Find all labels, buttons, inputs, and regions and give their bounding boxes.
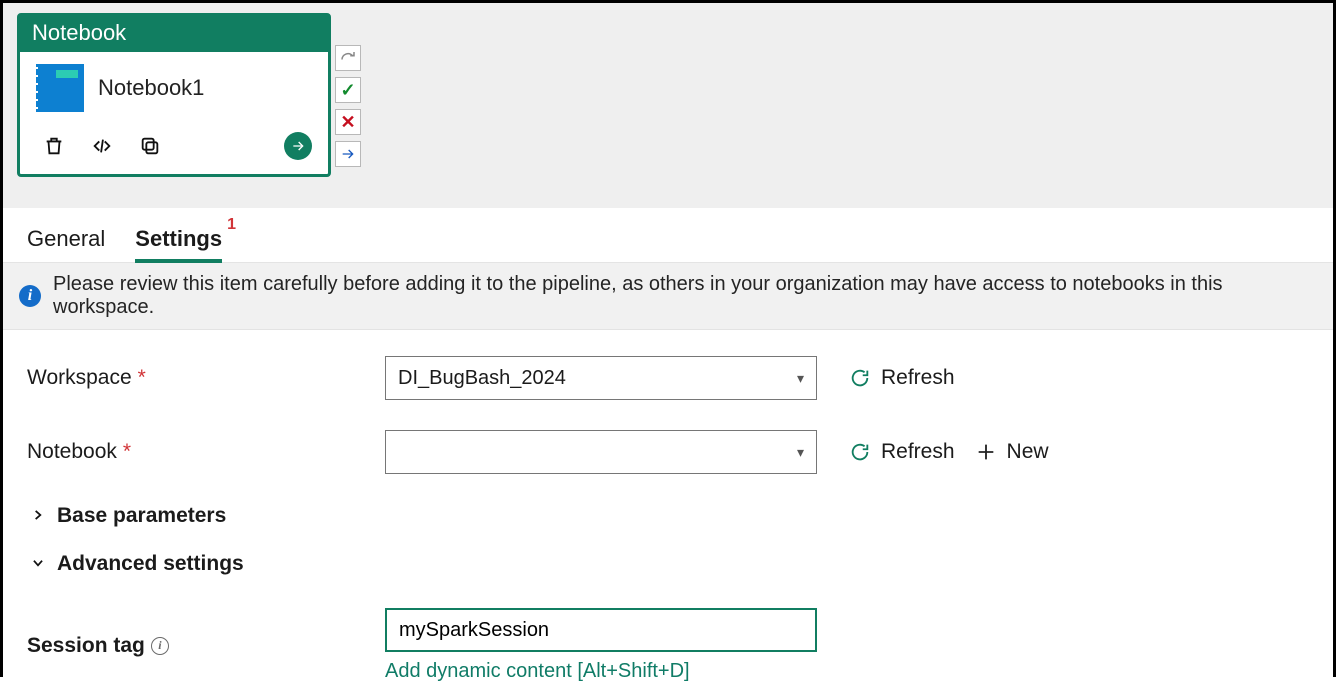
- notebook-icon: [36, 64, 84, 112]
- chevron-down-icon: ▾: [797, 444, 804, 461]
- code-icon[interactable]: [90, 134, 114, 158]
- notebook-row: Notebook* ▾ Refresh New: [27, 430, 1333, 474]
- notebook-refresh-label: Refresh: [881, 440, 955, 464]
- notebook-new-label: New: [1007, 440, 1049, 464]
- tab-settings-label: Settings: [135, 226, 222, 251]
- activity-name: Notebook1: [98, 75, 204, 101]
- run-arrow-button[interactable]: [284, 132, 312, 160]
- tab-general[interactable]: General: [27, 226, 105, 262]
- advanced-settings-label: Advanced settings: [57, 552, 244, 576]
- notebook-activity-card[interactable]: Notebook Notebook1: [17, 13, 331, 177]
- add-dynamic-content-link[interactable]: Add dynamic content [Alt+Shift+D]: [385, 660, 817, 683]
- workspace-select[interactable]: DI_BugBash_2024 ▾: [385, 356, 817, 400]
- properties-tabs: General Settings 1: [3, 208, 1333, 263]
- copy-icon[interactable]: [138, 134, 162, 158]
- properties-panel: General Settings 1 i Please review this …: [3, 208, 1333, 683]
- session-tag-input[interactable]: [385, 608, 817, 652]
- tab-settings[interactable]: Settings 1: [135, 226, 222, 262]
- x-icon[interactable]: ✕: [335, 109, 361, 135]
- activity-side-toolbar: ✓ ✕: [335, 45, 361, 167]
- notebook-label: Notebook*: [27, 440, 385, 464]
- activity-type-label: Notebook: [20, 16, 328, 52]
- chevron-right-icon: [31, 504, 47, 528]
- trash-icon[interactable]: [42, 134, 66, 158]
- info-icon[interactable]: i: [151, 637, 169, 655]
- redo-icon[interactable]: [335, 45, 361, 71]
- tab-settings-badge: 1: [227, 216, 236, 234]
- arrow-right-icon[interactable]: [335, 141, 361, 167]
- check-icon[interactable]: ✓: [335, 77, 361, 103]
- workspace-select-value: DI_BugBash_2024: [398, 367, 566, 390]
- info-icon: i: [19, 285, 41, 307]
- session-tag-label: Session tag i: [27, 634, 385, 658]
- session-tag-row: Session tag i Add dynamic content [Alt+S…: [27, 608, 1333, 683]
- chevron-down-icon: ▾: [797, 370, 804, 387]
- notebook-select[interactable]: ▾: [385, 430, 817, 474]
- info-bar-text: Please review this item carefully before…: [53, 273, 1317, 319]
- notebook-new-button[interactable]: New: [969, 436, 1055, 468]
- workspace-refresh-label: Refresh: [881, 366, 955, 390]
- pipeline-canvas: Notebook Notebook1 ✓ ✕: [3, 3, 1333, 208]
- workspace-label: Workspace*: [27, 366, 385, 390]
- advanced-settings-expander[interactable]: Advanced settings: [31, 552, 1333, 576]
- workspace-refresh-button[interactable]: Refresh: [843, 362, 961, 394]
- workspace-row: Workspace* DI_BugBash_2024 ▾ Refresh: [27, 356, 1333, 400]
- base-parameters-expander[interactable]: Base parameters: [31, 504, 1333, 528]
- notebook-refresh-button[interactable]: Refresh: [843, 436, 961, 468]
- info-bar: i Please review this item carefully befo…: [3, 263, 1333, 330]
- base-parameters-label: Base parameters: [57, 504, 226, 528]
- chevron-down-icon: [31, 552, 47, 576]
